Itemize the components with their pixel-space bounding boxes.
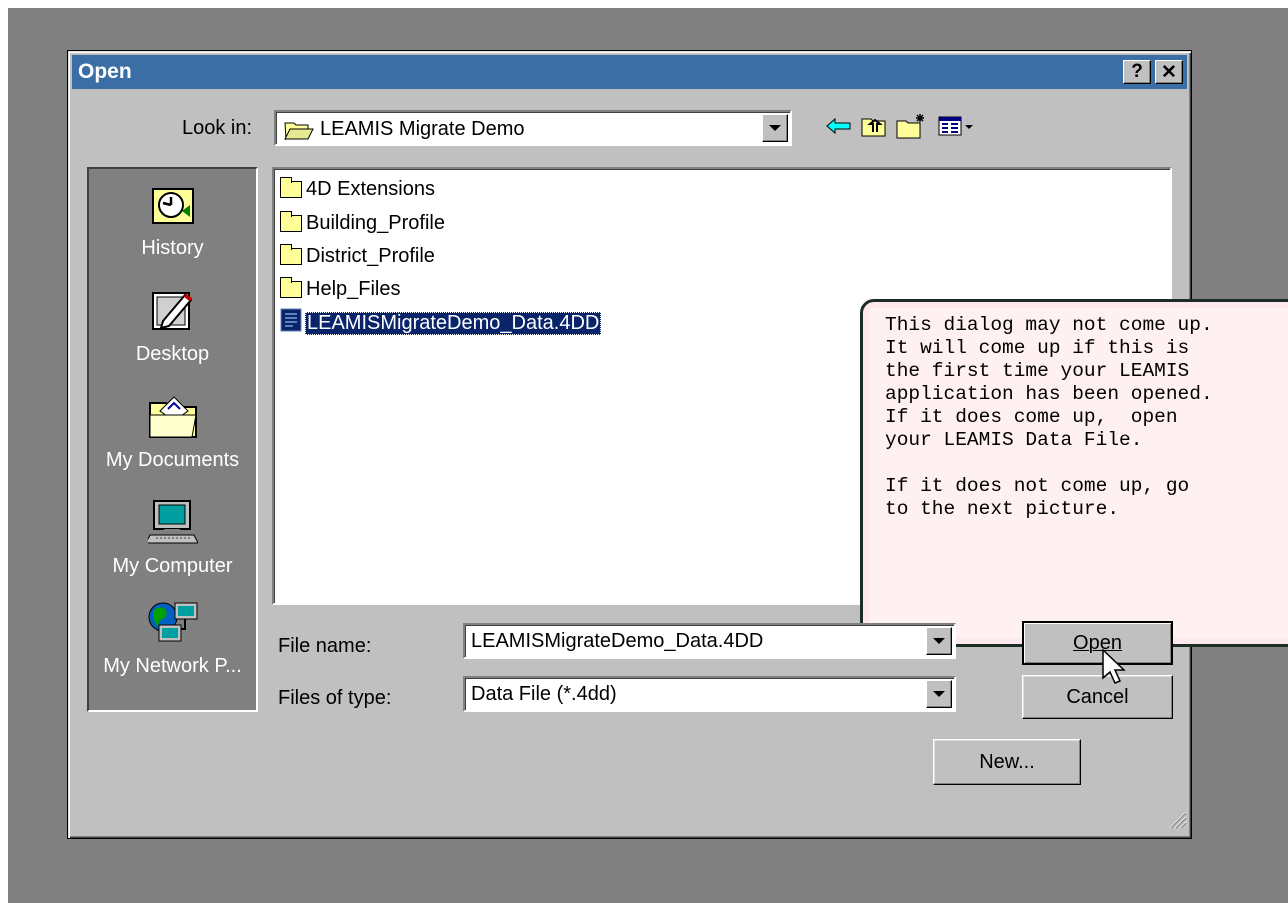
instruction-text: This dialog may not come up. It will com… bbox=[885, 314, 1213, 520]
files-of-type-value: Data File (*.4dd) bbox=[471, 683, 617, 705]
place-my-computer[interactable]: My Computer bbox=[89, 499, 256, 578]
places-bar: History Desktop My Documents My Computer bbox=[87, 167, 258, 712]
place-label: Desktop bbox=[135, 343, 210, 365]
folder-icon bbox=[280, 210, 302, 232]
files-of-type-select[interactable]: Data File (*.4dd) bbox=[463, 676, 956, 712]
instruction-callout: This dialog may not come up. It will com… bbox=[860, 299, 1288, 647]
files-of-type-label: Files of type: bbox=[278, 687, 392, 709]
place-label: My Computer bbox=[112, 555, 233, 577]
folder-icon bbox=[280, 276, 302, 298]
list-item[interactable]: Building_Profile bbox=[280, 209, 445, 237]
cancel-button[interactable]: Cancel bbox=[1022, 675, 1173, 719]
dialog-title: Open bbox=[78, 60, 132, 83]
open-button[interactable]: Open bbox=[1022, 621, 1173, 665]
list-item[interactable]: 4D Extensions bbox=[280, 175, 435, 203]
help-button[interactable]: ? bbox=[1123, 60, 1151, 84]
view-menu-button[interactable] bbox=[936, 113, 980, 143]
folder-icon bbox=[280, 243, 302, 265]
desktop-background: Open ? ✕ Look in: LEAMIS Migrate Demo Hi… bbox=[8, 8, 1288, 903]
place-label: My Documents bbox=[105, 449, 240, 471]
files-of-type-dropdown-button[interactable] bbox=[926, 680, 952, 708]
details-view-icon bbox=[938, 115, 978, 142]
file-name: 4D Extensions bbox=[306, 177, 435, 200]
new-button-label: New... bbox=[979, 750, 1035, 773]
file-name-value: LEAMISMigrateDemo_Data.4DD bbox=[471, 630, 764, 652]
history-icon bbox=[89, 183, 256, 233]
folder-up-icon bbox=[861, 115, 887, 142]
my-documents-icon bbox=[89, 393, 256, 445]
list-item[interactable]: District_Profile bbox=[280, 242, 435, 270]
my-computer-icon bbox=[89, 499, 256, 551]
chevron-down-icon bbox=[769, 125, 781, 131]
cursor-icon bbox=[1102, 648, 1128, 694]
title-bar[interactable]: Open ? ✕ bbox=[72, 55, 1187, 89]
create-new-folder-button[interactable] bbox=[894, 113, 930, 143]
network-places-icon bbox=[89, 599, 256, 651]
file-name-dropdown-button[interactable] bbox=[926, 627, 952, 655]
chevron-down-icon bbox=[933, 638, 945, 644]
file-name-input[interactable]: LEAMISMigrateDemo_Data.4DD bbox=[463, 623, 956, 659]
look-in-label: Look in: bbox=[182, 117, 253, 139]
help-icon: ? bbox=[1131, 61, 1143, 82]
close-button[interactable]: ✕ bbox=[1155, 60, 1183, 84]
desktop-icon bbox=[89, 287, 256, 339]
file-list[interactable]: 4D Extensions Building_Profile District_… bbox=[272, 167, 1288, 647]
file-name: Building_Profile bbox=[306, 211, 445, 234]
look-in-dropdown-button[interactable] bbox=[762, 114, 788, 142]
folder-icon bbox=[280, 176, 302, 198]
list-item-selected[interactable]: LEAMISMigrateDemo_Data.4DD bbox=[280, 308, 602, 338]
look-in-value: LEAMIS Migrate Demo bbox=[320, 118, 525, 140]
file-name: Help_Files bbox=[306, 277, 401, 300]
back-arrow-icon bbox=[826, 117, 852, 140]
up-one-level-button[interactable] bbox=[859, 113, 889, 143]
place-my-documents[interactable]: My Documents bbox=[89, 393, 256, 472]
place-desktop[interactable]: Desktop bbox=[89, 287, 256, 366]
open-dialog: Open ? ✕ Look in: LEAMIS Migrate Demo Hi… bbox=[67, 50, 1288, 839]
file-name: District_Profile bbox=[306, 244, 435, 267]
new-folder-icon bbox=[896, 113, 928, 144]
list-item[interactable]: Help_Files bbox=[280, 275, 400, 303]
file-name-label: File name: bbox=[278, 635, 372, 657]
place-label: History bbox=[141, 237, 204, 259]
place-label: My Network P... bbox=[103, 655, 242, 677]
chevron-down-icon bbox=[933, 691, 945, 697]
place-my-network-places[interactable]: My Network P... bbox=[89, 599, 256, 678]
data-file-icon bbox=[280, 308, 302, 338]
back-button[interactable] bbox=[824, 113, 854, 143]
open-folder-icon bbox=[284, 120, 314, 145]
look-in-combo[interactable]: LEAMIS Migrate Demo bbox=[274, 110, 792, 146]
close-icon: ✕ bbox=[1161, 61, 1177, 83]
place-history[interactable]: History bbox=[89, 183, 256, 260]
file-name: LEAMISMigrateDemo_Data.4DD bbox=[305, 311, 602, 335]
new-button[interactable]: New... bbox=[933, 739, 1081, 785]
size-grip-icon[interactable] bbox=[1165, 807, 1187, 834]
